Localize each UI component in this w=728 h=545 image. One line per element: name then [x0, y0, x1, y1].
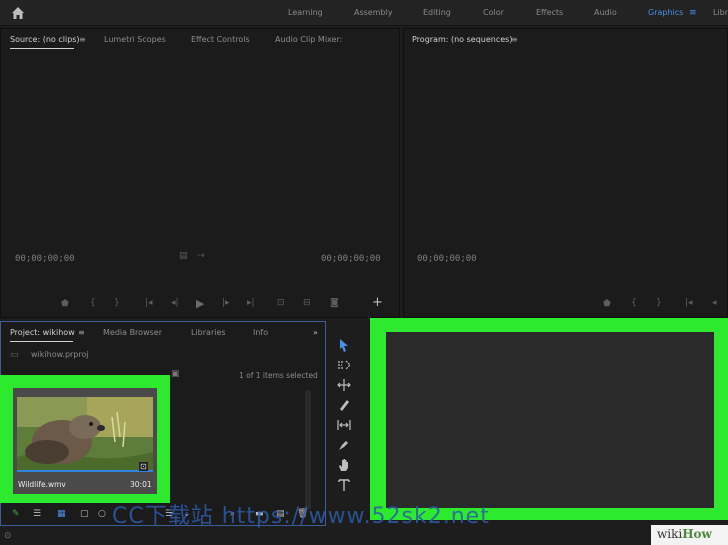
project-panel-menu-icon[interactable]: ≡: [78, 328, 85, 337]
pen-tool-icon[interactable]: [336, 437, 352, 453]
program-step-back-icon[interactable]: ◂: [712, 298, 717, 308]
workspace-graphics[interactable]: Graphics: [648, 8, 683, 17]
tab-program[interactable]: Program: (no sequences): [412, 35, 512, 44]
workspace-editing[interactable]: Editing: [423, 8, 451, 17]
source-timecode-duration: 00;00;00;00: [321, 254, 381, 264]
mark-out-icon[interactable]: }: [114, 298, 120, 308]
program-panel-menu-icon[interactable]: ≡: [511, 35, 518, 44]
wikihow-badge: wikiHow: [651, 525, 728, 545]
tab-info[interactable]: Info: [253, 328, 268, 337]
workspace-learning[interactable]: Learning: [288, 8, 323, 17]
freeform-view-icon[interactable]: ▢: [80, 509, 89, 519]
tab-audio-clip-mixer[interactable]: Audio Clip Mixer:: [275, 35, 342, 44]
step-forward-icon[interactable]: |▸: [222, 298, 230, 308]
mark-in-icon[interactable]: {: [90, 298, 96, 308]
project-file-icon: ▭: [10, 350, 19, 360]
workspace-menu-icon[interactable]: ≡: [689, 8, 697, 18]
list-view-icon[interactable]: ☰: [33, 509, 41, 519]
project-file-name: wikihow.prproj: [31, 350, 89, 359]
clip-name[interactable]: Wildlife.wmv: [18, 480, 66, 489]
source-monitor-panel: Source: (no clips) ≡ Lumetri Scopes Effe…: [0, 28, 400, 318]
type-tool-icon[interactable]: [336, 477, 352, 493]
export-frame-icon[interactable]: ◙: [330, 298, 339, 308]
marker-icon[interactable]: ⬟: [61, 299, 69, 309]
slip-tool-icon[interactable]: [336, 417, 352, 433]
timeline-panel-empty[interactable]: [386, 332, 714, 508]
clip-thumbnail-image[interactable]: [17, 397, 153, 472]
write-protect-icon[interactable]: ✎: [12, 509, 20, 519]
active-tab-underline: [10, 48, 74, 49]
program-mark-in-icon[interactable]: {: [631, 298, 637, 308]
workspace-effects[interactable]: Effects: [536, 8, 563, 17]
workspace-assembly[interactable]: Assembly: [354, 8, 393, 17]
program-tab-row: Program: (no sequences) ≡: [404, 29, 727, 49]
program-marker-icon[interactable]: ⬟: [603, 299, 611, 309]
status-icon: ⊙: [4, 531, 12, 541]
workspace-audio[interactable]: Audio: [594, 8, 617, 17]
source-panel-menu-icon[interactable]: ≡: [79, 35, 86, 44]
new-bin-icon[interactable]: ▣: [171, 369, 180, 379]
project-tab-underline: [10, 341, 73, 342]
track-select-tool-icon[interactable]: [336, 357, 352, 373]
project-scrollbar[interactable]: [305, 390, 311, 510]
play-icon[interactable]: ▶: [196, 297, 204, 310]
tab-libraries[interactable]: Libraries: [191, 328, 226, 337]
tab-project[interactable]: Project: wikihow: [10, 328, 75, 337]
source-fit-icon[interactable]: ▤: [179, 251, 188, 261]
step-back-icon[interactable]: ◂|: [171, 298, 179, 308]
workspace-bar: Learning Assembly Editing Color Effects …: [0, 0, 728, 26]
clip-type-badge-icon: ⊡: [139, 462, 148, 471]
go-to-out-icon[interactable]: ▸|: [247, 298, 255, 308]
tab-effect-controls[interactable]: Effect Controls: [191, 35, 250, 44]
selection-info: 1 of 1 items selected: [239, 371, 318, 380]
source-marker-nav-icon[interactable]: ⇢: [197, 251, 205, 261]
more-panels-icon[interactable]: »: [313, 328, 318, 337]
program-go-to-in-icon[interactable]: |◂: [685, 298, 693, 308]
project-tab-row: Project: wikihow ≡ Media Browser Librari…: [1, 322, 325, 342]
ripple-edit-tool-icon[interactable]: [336, 377, 352, 393]
program-monitor-panel: Program: (no sequences) ≡ 00;00;00;00 ⬟ …: [403, 28, 728, 318]
add-button-icon[interactable]: +: [372, 295, 383, 310]
overwrite-icon[interactable]: ⊟: [303, 298, 311, 308]
workspace-libraries[interactable]: Libr: [713, 8, 728, 17]
source-tab-row: Source: (no clips) ≡ Lumetri Scopes Effe…: [1, 29, 399, 49]
watermark-text: CC下载站 https://www.52sk2.net: [112, 504, 490, 529]
wikihow-brand: wiki: [657, 527, 683, 541]
zoom-slider-icon[interactable]: ○: [98, 509, 106, 519]
hand-tool-icon[interactable]: [336, 457, 352, 473]
razor-tool-icon[interactable]: [336, 397, 352, 413]
tab-source[interactable]: Source: (no clips): [10, 35, 80, 44]
tools-panel: [330, 333, 358, 523]
program-timecode-current[interactable]: 00;00;00;00: [417, 254, 477, 264]
workspace-color[interactable]: Color: [483, 8, 504, 17]
tab-lumetri-scopes[interactable]: Lumetri Scopes: [104, 35, 166, 44]
icon-view-icon[interactable]: ▦: [57, 509, 66, 519]
home-icon[interactable]: [10, 5, 26, 21]
clip-duration: 30:01: [130, 480, 152, 489]
selection-tool-icon[interactable]: [336, 337, 352, 353]
tab-media-browser[interactable]: Media Browser: [103, 328, 162, 337]
wikihow-brand-bold: How: [682, 527, 712, 541]
program-mark-out-icon[interactable]: }: [656, 298, 662, 308]
go-to-in-icon[interactable]: |◂: [145, 298, 153, 308]
insert-icon[interactable]: ⊡: [277, 298, 285, 308]
source-timecode-current[interactable]: 00;00;00;00: [15, 254, 75, 264]
